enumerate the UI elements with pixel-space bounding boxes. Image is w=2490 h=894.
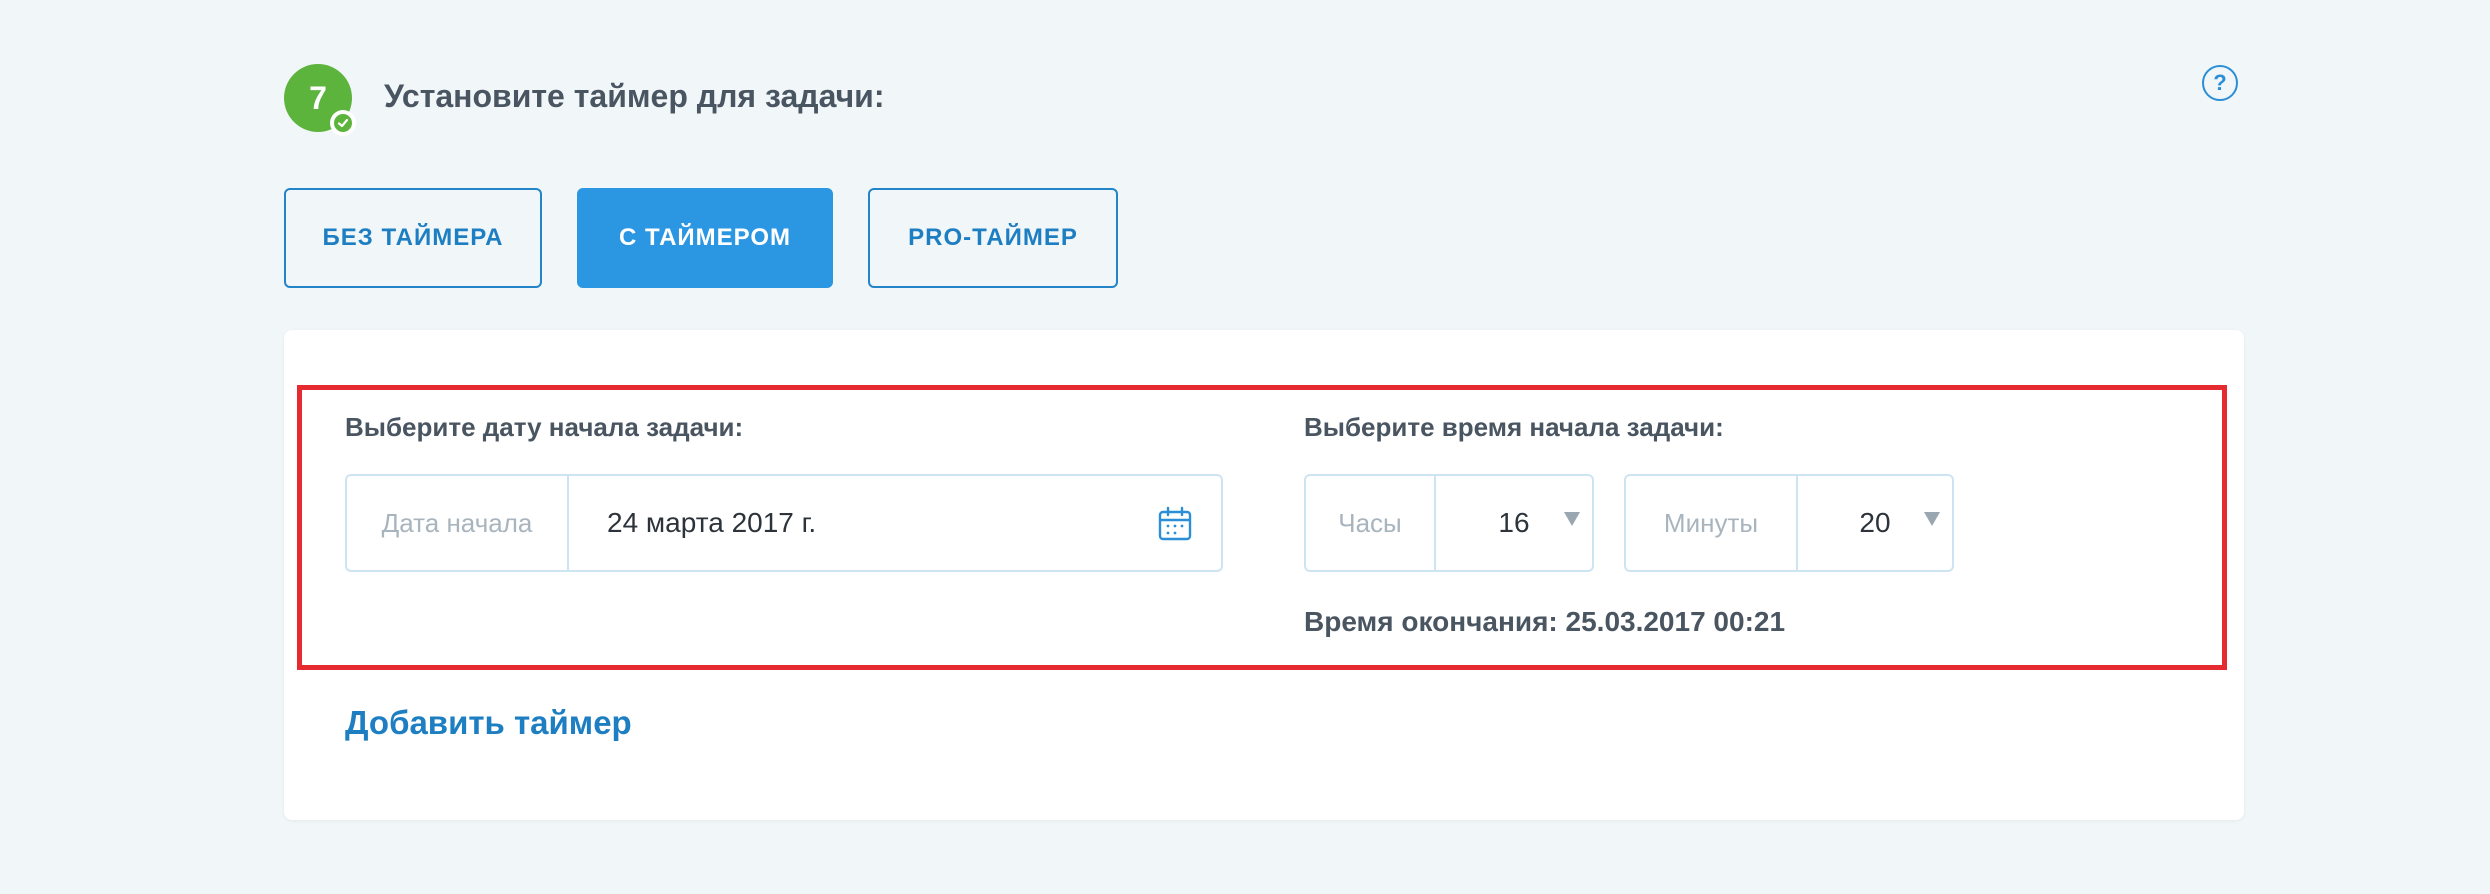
minutes-value: 20 xyxy=(1859,507,1891,538)
check-icon xyxy=(330,110,356,136)
date-picker[interactable]: Дата начала 24 марта 2017 г. xyxy=(345,474,1223,572)
step-title: Установите таймер для задачи: xyxy=(384,78,885,114)
date-input[interactable]: 24 марта 2017 г. xyxy=(569,476,1221,570)
chevron-down-icon xyxy=(1564,512,1580,526)
date-addon: Дата начала xyxy=(347,476,569,570)
hours-value: 16 xyxy=(1498,507,1530,538)
pro-timer-button[interactable]: PRO-ТАЙМЕР xyxy=(868,188,1118,288)
no-timer-button[interactable]: БЕЗ ТАЙМЕРА xyxy=(284,188,542,288)
step-number-badge: 7 xyxy=(284,64,356,136)
step-number: 7 xyxy=(309,79,327,116)
help-icon[interactable]: ? xyxy=(2202,65,2238,101)
minutes-addon: Минуты xyxy=(1626,476,1798,570)
date-label: Выберите дату начала задачи: xyxy=(345,412,744,442)
minutes-select[interactable]: Минуты 20 xyxy=(1624,474,1954,572)
chevron-down-icon xyxy=(1924,512,1940,526)
hours-addon: Часы xyxy=(1306,476,1436,570)
calendar-icon[interactable] xyxy=(1157,506,1193,542)
add-timer-link[interactable]: Добавить таймер xyxy=(345,704,632,742)
minutes-dropdown[interactable]: 20 xyxy=(1798,476,1952,570)
time-label: Выберите время начала задачи: xyxy=(1304,412,1724,442)
with-timer-button[interactable]: С ТАЙМЕРОМ xyxy=(577,188,833,288)
end-time-text: Время окончания: 25.03.2017 00:21 xyxy=(1304,606,1786,637)
date-value: 24 марта 2017 г. xyxy=(607,507,817,538)
hours-select[interactable]: Часы 16 xyxy=(1304,474,1594,572)
hours-dropdown[interactable]: 16 xyxy=(1436,476,1592,570)
